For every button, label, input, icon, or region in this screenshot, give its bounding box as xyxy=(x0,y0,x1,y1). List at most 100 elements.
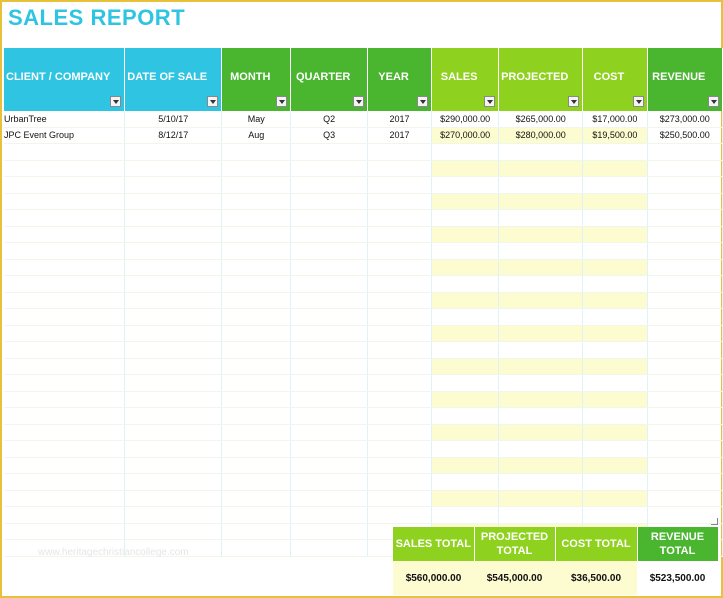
table-cell[interactable] xyxy=(582,391,648,408)
table-cell[interactable] xyxy=(221,358,292,375)
table-cell[interactable]: UrbanTree xyxy=(4,111,126,128)
table-cell[interactable] xyxy=(582,490,648,507)
table-cell[interactable] xyxy=(647,391,723,408)
table-cell[interactable]: 2017 xyxy=(367,111,433,128)
table-cell[interactable] xyxy=(431,209,500,227)
table-cell[interactable] xyxy=(367,506,433,524)
filter-dropdown-icon[interactable] xyxy=(417,96,429,107)
table-cell[interactable] xyxy=(4,160,126,177)
table-cell[interactable] xyxy=(221,292,292,309)
table-cell[interactable] xyxy=(4,424,126,441)
table-cell[interactable] xyxy=(4,143,126,161)
table-cell[interactable] xyxy=(582,209,648,227)
table-cell[interactable] xyxy=(582,160,648,177)
table-cell[interactable] xyxy=(4,473,126,491)
cost-total-value[interactable]: $36,500.00 xyxy=(555,561,637,595)
table-cell[interactable] xyxy=(647,325,723,342)
table-cell[interactable] xyxy=(4,358,126,375)
table-cell[interactable] xyxy=(290,374,368,392)
table-cell[interactable] xyxy=(221,176,292,194)
table-cell[interactable] xyxy=(647,424,723,441)
table-cell[interactable] xyxy=(498,374,584,392)
table-cell[interactable] xyxy=(498,292,584,309)
table-cell[interactable] xyxy=(290,473,368,491)
table-cell[interactable] xyxy=(431,490,500,507)
table-cell[interactable] xyxy=(498,209,584,227)
table-cell[interactable] xyxy=(498,391,584,408)
table-cell[interactable] xyxy=(582,292,648,309)
table-cell[interactable] xyxy=(367,424,433,441)
table-cell[interactable] xyxy=(498,325,584,342)
table-cell[interactable] xyxy=(367,292,433,309)
table-cell[interactable] xyxy=(290,242,368,260)
resize-handle-icon[interactable] xyxy=(711,518,718,525)
table-cell[interactable] xyxy=(582,193,648,210)
table-cell[interactable] xyxy=(290,523,368,540)
table-cell[interactable] xyxy=(367,275,433,293)
table-cell[interactable] xyxy=(367,374,433,392)
table-cell[interactable] xyxy=(647,143,723,161)
table-cell[interactable] xyxy=(124,391,223,408)
table-cell[interactable] xyxy=(124,308,223,326)
table-cell[interactable]: $265,000.00 xyxy=(498,111,584,128)
table-cell[interactable] xyxy=(290,308,368,326)
table-cell[interactable] xyxy=(431,160,500,177)
table-cell[interactable] xyxy=(124,358,223,375)
table-cell[interactable] xyxy=(221,193,292,210)
table-cell[interactable] xyxy=(498,457,584,474)
table-cell[interactable] xyxy=(498,358,584,375)
table-cell[interactable] xyxy=(367,308,433,326)
table-cell[interactable] xyxy=(221,242,292,260)
table-cell[interactable]: $19,500.00 xyxy=(582,127,648,144)
table-cell[interactable] xyxy=(647,242,723,260)
table-cell[interactable] xyxy=(582,457,648,474)
table-cell[interactable] xyxy=(431,143,500,161)
table-cell[interactable] xyxy=(647,160,723,177)
table-cell[interactable] xyxy=(4,209,126,227)
filter-dropdown-icon[interactable] xyxy=(352,96,364,107)
table-cell[interactable] xyxy=(498,226,584,243)
table-cell[interactable] xyxy=(4,325,126,342)
table-cell[interactable] xyxy=(367,391,433,408)
table-cell[interactable] xyxy=(124,374,223,392)
table-cell[interactable] xyxy=(431,407,500,425)
table-cell[interactable] xyxy=(4,275,126,293)
table-cell[interactable] xyxy=(124,259,223,276)
table-cell[interactable] xyxy=(647,407,723,425)
table-cell[interactable] xyxy=(498,143,584,161)
table-cell[interactable] xyxy=(431,176,500,194)
table-cell[interactable] xyxy=(124,325,223,342)
table-cell[interactable] xyxy=(221,160,292,177)
table-cell[interactable]: $250,500.00 xyxy=(647,127,723,144)
table-cell[interactable] xyxy=(221,259,292,276)
table-cell[interactable] xyxy=(582,407,648,425)
table-cell[interactable]: 2017 xyxy=(367,127,433,144)
table-cell[interactable] xyxy=(498,176,584,194)
table-cell[interactable] xyxy=(4,176,126,194)
table-cell[interactable] xyxy=(290,341,368,359)
table-cell[interactable]: $290,000.00 xyxy=(431,111,500,128)
filter-dropdown-icon[interactable] xyxy=(708,96,719,107)
table-cell[interactable] xyxy=(431,374,500,392)
table-cell[interactable]: $273,000.00 xyxy=(647,111,723,128)
table-cell[interactable] xyxy=(221,325,292,342)
table-cell[interactable] xyxy=(498,490,584,507)
table-cell[interactable] xyxy=(221,473,292,491)
table-cell[interactable] xyxy=(367,176,433,194)
table-cell[interactable]: $280,000.00 xyxy=(498,127,584,144)
table-cell[interactable]: May xyxy=(221,111,292,128)
table-cell[interactable] xyxy=(124,160,223,177)
table-cell[interactable] xyxy=(290,358,368,375)
table-cell[interactable] xyxy=(4,242,126,260)
table-cell[interactable] xyxy=(582,308,648,326)
table-cell[interactable] xyxy=(431,275,500,293)
table-cell[interactable] xyxy=(290,440,368,458)
filter-dropdown-icon[interactable] xyxy=(632,96,644,107)
table-cell[interactable] xyxy=(431,226,500,243)
table-cell[interactable] xyxy=(124,407,223,425)
table-cell[interactable] xyxy=(124,193,223,210)
table-cell[interactable] xyxy=(367,193,433,210)
table-cell[interactable]: $270,000.00 xyxy=(431,127,500,144)
table-cell[interactable] xyxy=(498,473,584,491)
table-cell[interactable] xyxy=(290,539,368,557)
